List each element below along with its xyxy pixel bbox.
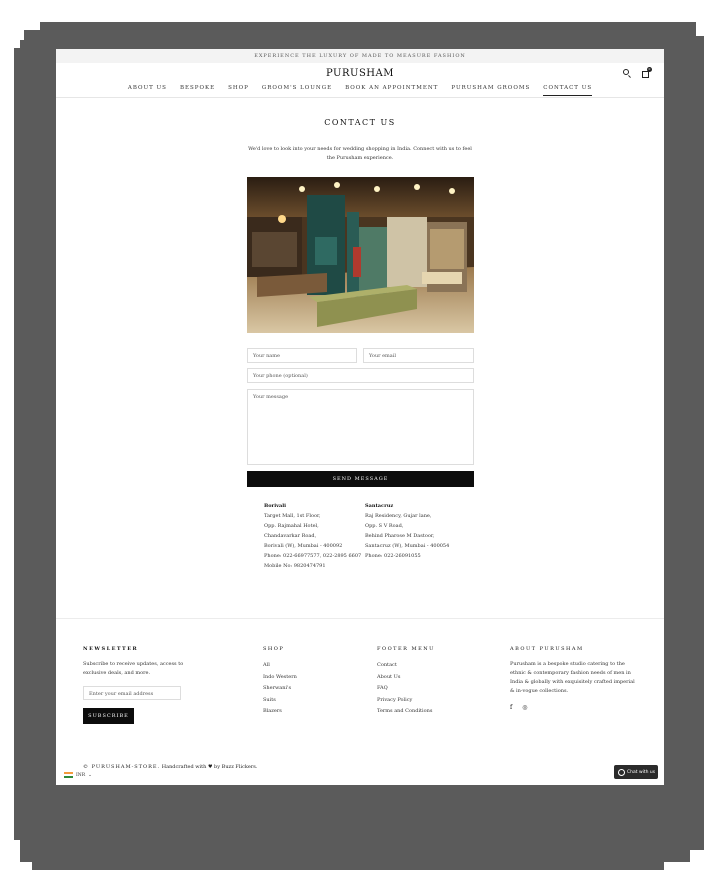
social-links: f ◎: [510, 704, 640, 711]
announcement-bar: EXPERIENCE THE LUXURY OF MADE TO MEASURE…: [56, 49, 664, 63]
web-page: EXPERIENCE THE LUXURY OF MADE TO MEASURE…: [56, 49, 664, 785]
chat-label: Chat with us: [627, 769, 656, 775]
footer-link-about-us[interactable]: About Us: [377, 672, 477, 684]
instagram-icon[interactable]: ◎: [522, 704, 527, 711]
newsletter-text: Subscribe to receive updates, access to …: [83, 661, 184, 676]
newsletter-column: NEWSLETTER Subscribe to receive updates,…: [83, 646, 193, 724]
phone-field[interactable]: Your phone (optional): [247, 368, 474, 383]
shop-heading: SHOP: [263, 646, 285, 652]
site-logo[interactable]: PURUSHAM: [56, 68, 664, 79]
nav-contact-us[interactable]: CONTACT US: [543, 85, 593, 96]
shop-column: SHOP All Indo Western Sherwani's Suits B…: [263, 646, 353, 718]
contact-intro: We'd love to look into your needs for we…: [248, 146, 472, 161]
cart-count-badge: 0: [647, 67, 652, 72]
india-flag-icon: [64, 772, 73, 778]
store-interior-photo: [247, 177, 474, 333]
copyright-brand[interactable]: © PURUSHAM-STORE.: [83, 764, 160, 770]
frame-corner: [14, 862, 32, 870]
nav-about-us[interactable]: ABOUT US: [128, 85, 167, 96]
chevron-down-icon: ⌄: [88, 772, 92, 778]
currency-selector[interactable]: INR ⌄: [64, 772, 92, 778]
address-line: Chandavarkar Road,: [264, 533, 317, 539]
footer-link-faq[interactable]: FAQ: [377, 683, 477, 695]
store-city: Santacruz: [365, 503, 394, 509]
about-column: ABOUT PURUSHAM Purusham is a bespoke stu…: [510, 646, 640, 711]
search-icon[interactable]: [623, 69, 632, 78]
address-line: Phone: 022-26091055: [365, 553, 421, 559]
nav-bespoke[interactable]: BESPOKE: [180, 85, 215, 96]
send-message-button[interactable]: SEND MESSAGE: [247, 471, 474, 487]
nav-shop[interactable]: SHOP: [228, 85, 249, 96]
newsletter-email-input[interactable]: Enter your email address: [83, 686, 181, 700]
address-line: Behind Pharose M Dastoor,: [365, 533, 435, 539]
nav-purusham-grooms[interactable]: PURUSHAM GROOMS: [451, 85, 530, 96]
address-line: Santacruz (W), Mumbai - 400054: [365, 543, 450, 549]
name-field[interactable]: Your name: [247, 348, 357, 363]
footer-link-indo-western[interactable]: Indo Western: [263, 672, 353, 684]
address-line: Mobile No: 9820474791: [264, 563, 326, 569]
store-address-borivali: Borivali Target Mall, 1st Floor, Opp. Ra…: [264, 501, 361, 571]
main-nav: ABOUT US BESPOKE SHOP GROOM'S LOUNGE BOO…: [56, 85, 664, 96]
footer-link-terms[interactable]: Terms and Conditions: [377, 706, 477, 718]
address-line: Target Mall, 1st Floor,: [264, 513, 321, 519]
newsletter-heading: NEWSLETTER: [83, 646, 139, 652]
address-line: Borivali (W), Mumbai - 400092: [264, 543, 343, 549]
footer-menu-heading: FOOTER MENU: [377, 646, 435, 652]
page-title: CONTACT US: [324, 118, 396, 127]
copyright: © PURUSHAM-STORE. Handcrafted with ♥ by …: [83, 764, 257, 770]
nav-grooms-lounge[interactable]: GROOM'S LOUNGE: [262, 85, 332, 96]
frame-corner: [14, 22, 40, 30]
footer-link-all[interactable]: All: [263, 660, 353, 672]
footer-link-sherwanis[interactable]: Sherwani's: [263, 683, 353, 695]
address-line: Opp. S V Road,: [365, 523, 404, 529]
footer-link-privacy-policy[interactable]: Privacy Policy: [377, 695, 477, 707]
footer-link-suits[interactable]: Suits: [263, 695, 353, 707]
copyright-text: Handcrafted with ♥ by Buzz Flickers.: [161, 764, 258, 770]
currency-code: INR: [76, 772, 86, 778]
address-line: Raj Residency, Gujar lane,: [365, 513, 432, 519]
store-city: Borivali: [264, 503, 287, 509]
subscribe-button[interactable]: SUBSCRIBE: [83, 708, 134, 724]
store-interior-illustration: [247, 177, 474, 333]
frame-corner: [664, 862, 704, 870]
whatsapp-icon: [618, 768, 625, 776]
cart-icon[interactable]: 0: [641, 67, 652, 78]
header-icons: 0: [623, 67, 652, 78]
frame-corner: [696, 22, 704, 36]
footer-link-blazers[interactable]: Blazers: [263, 706, 353, 718]
about-text: Purusham is a bespoke studio catering to…: [510, 661, 635, 694]
store-address-santacruz: Santacruz Raj Residency, Gujar lane, Opp…: [365, 501, 449, 561]
facebook-icon[interactable]: f: [510, 704, 512, 711]
address-line: Phone: 022-66977577, 022-2895 6607: [264, 553, 362, 559]
address-line: Opp. Rajmahal Hotel,: [264, 523, 319, 529]
chat-button[interactable]: Chat with us: [614, 765, 658, 779]
footer-menu-column: FOOTER MENU Contact About Us FAQ Privacy…: [377, 646, 477, 718]
site-footer: NEWSLETTER Subscribe to receive updates,…: [56, 618, 664, 785]
site-header: PURUSHAM 0 ABOUT US BESPOKE SHOP GROOM'S…: [56, 63, 664, 98]
footer-link-contact[interactable]: Contact: [377, 660, 477, 672]
message-field[interactable]: Your message: [247, 389, 474, 465]
about-heading: ABOUT PURUSHAM: [510, 646, 584, 652]
frame-corner: [14, 38, 20, 48]
email-field[interactable]: Your email: [363, 348, 474, 363]
nav-book-appointment[interactable]: BOOK AN APPOINTMENT: [345, 85, 438, 96]
